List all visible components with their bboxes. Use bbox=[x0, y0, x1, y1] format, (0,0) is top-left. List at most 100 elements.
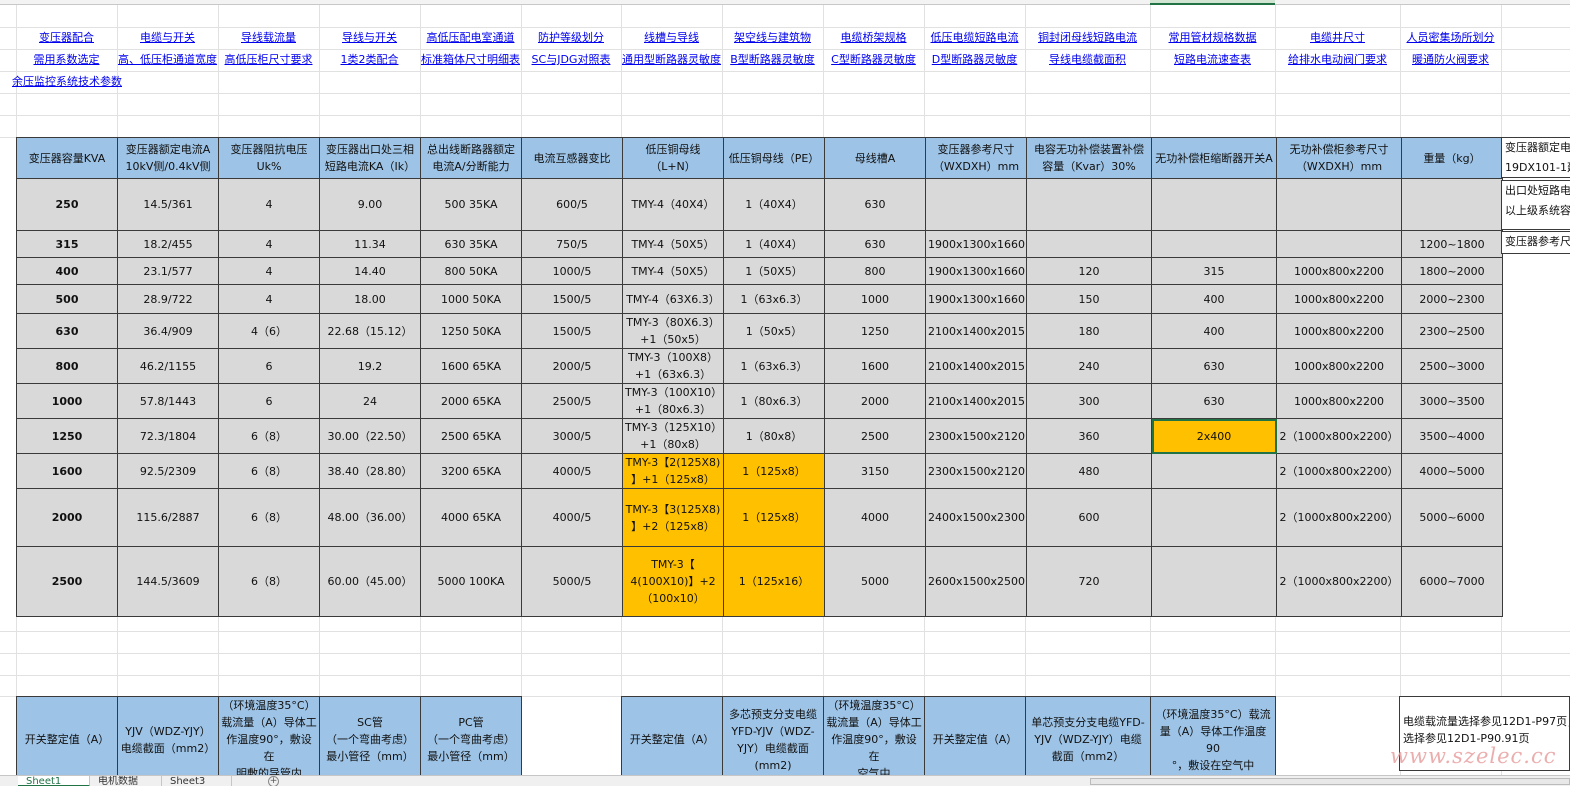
table-cell[interactable]: 11.34 bbox=[319, 230, 421, 258]
table-cell[interactable]: 600/5 bbox=[521, 178, 623, 231]
table-cell[interactable]: 1250 50KA bbox=[420, 313, 522, 349]
table-cell[interactable]: 2300x1500x2120 bbox=[925, 453, 1027, 489]
hyperlink-links_row1-1[interactable]: 电缆与开关 bbox=[117, 31, 218, 45]
table-cell[interactable]: 720 bbox=[1026, 546, 1152, 617]
table-cell[interactable]: 3000~3500 bbox=[1401, 383, 1503, 419]
table-cell[interactable]: TMY-3（80X6.3） +1（50x5） bbox=[622, 313, 724, 349]
table-cell[interactable]: 800 bbox=[16, 348, 118, 384]
table-cell[interactable]: 5000~6000 bbox=[1401, 488, 1503, 547]
table-cell[interactable]: 1900x1300x1660 bbox=[925, 284, 1027, 314]
table-cell[interactable]: 4000 bbox=[824, 488, 926, 547]
table-cell[interactable]: 3150 bbox=[824, 453, 926, 489]
table-cell[interactable]: 150 bbox=[1026, 284, 1152, 314]
hyperlink-links_row1-10[interactable]: 铜封闭母线短路电流 bbox=[1025, 31, 1150, 45]
table-cell[interactable]: 630 bbox=[16, 313, 118, 349]
table-cell[interactable]: 2（1000x800x2200） bbox=[1276, 546, 1402, 617]
table-cell[interactable]: 6（8） bbox=[218, 546, 320, 617]
table-cell[interactable]: 500 35KA bbox=[420, 178, 522, 231]
table-cell[interactable]: 3500~4000 bbox=[1401, 418, 1503, 454]
table-cell[interactable]: 1000 bbox=[16, 383, 118, 419]
table-cell[interactable]: 4 bbox=[218, 230, 320, 258]
table-cell[interactable]: TMY-3（100X8） +1（63x6.3） bbox=[622, 348, 724, 384]
table-cell[interactable]: TMY-4（50X5） bbox=[622, 257, 724, 285]
table-cell[interactable]: 480 bbox=[1026, 453, 1152, 489]
hyperlink-links_row1-9[interactable]: 低压电缆短路电流 bbox=[924, 31, 1025, 45]
table-cell[interactable]: 18.00 bbox=[319, 284, 421, 314]
hyperlink-links_row1-4[interactable]: 高低压配电室通道 bbox=[420, 31, 521, 45]
table-cell[interactable]: 180 bbox=[1026, 313, 1152, 349]
table-cell[interactable]: 250 bbox=[16, 178, 118, 231]
table-cell[interactable]: 400 bbox=[16, 257, 118, 285]
table-cell[interactable]: TMY-4（63X6.3） bbox=[622, 284, 724, 314]
table-cell[interactable]: 1（50X5） bbox=[723, 257, 825, 285]
table-cell[interactable]: 1000x800x2200 bbox=[1276, 348, 1402, 384]
table-cell[interactable]: 2（1000x800x2200） bbox=[1276, 453, 1402, 489]
table-cell[interactable] bbox=[1151, 488, 1277, 547]
table-cell[interactable]: 2（1000x800x2200） bbox=[1276, 488, 1402, 547]
table-cell[interactable]: 5000 bbox=[824, 546, 926, 617]
table-cell[interactable]: 1（80x6.3） bbox=[723, 383, 825, 419]
table-cell[interactable]: 1600 bbox=[16, 453, 118, 489]
table-cell[interactable] bbox=[1151, 546, 1277, 617]
hyperlink-links_row1-0[interactable]: 变压器配合 bbox=[16, 31, 117, 45]
hyperlink-links_row2-9[interactable]: D型断路器灵敏度 bbox=[924, 53, 1025, 67]
table-cell[interactable] bbox=[1276, 178, 1402, 231]
table-cell[interactable]: 1000 bbox=[824, 284, 926, 314]
table-cell[interactable]: 19.2 bbox=[319, 348, 421, 384]
tab-sheet1[interactable]: Sheet1 bbox=[18, 776, 90, 786]
table-cell[interactable]: 1000x800x2200 bbox=[1276, 257, 1402, 285]
table-cell[interactable]: 3200 65KA bbox=[420, 453, 522, 489]
hyperlink-links_row1-12[interactable]: 电缆井尺寸 bbox=[1275, 31, 1400, 45]
table-cell[interactable]: 18.2/455 bbox=[117, 230, 219, 258]
hyperlink-links_row1-8[interactable]: 电缆桥架规格 bbox=[823, 31, 924, 45]
table-cell[interactable]: TMY-3【2(125X8) 】+1（125x8） bbox=[622, 453, 724, 489]
table-cell[interactable]: 1200~1800 bbox=[1401, 230, 1503, 258]
table-cell[interactable]: TMY-3（100X10） +1（80x6.3） bbox=[622, 383, 724, 419]
table-cell[interactable]: 2000 bbox=[824, 383, 926, 419]
table-cell[interactable]: 1（40X4） bbox=[723, 178, 825, 231]
hyperlink-links_row2-5[interactable]: SC与JDG对照表 bbox=[521, 53, 621, 67]
table-cell[interactable]: 28.9/722 bbox=[117, 284, 219, 314]
table-cell[interactable]: 240 bbox=[1026, 348, 1152, 384]
table-cell[interactable] bbox=[1026, 230, 1152, 258]
table-cell[interactable]: 2000/5 bbox=[521, 348, 623, 384]
table-cell[interactable] bbox=[1026, 178, 1152, 231]
hyperlink-links_row1-6[interactable]: 线槽与导线 bbox=[621, 31, 722, 45]
table-cell[interactable]: 2300~2500 bbox=[1401, 313, 1503, 349]
table-cell[interactable]: 1600 bbox=[824, 348, 926, 384]
table-cell[interactable]: 4000 65KA bbox=[420, 488, 522, 547]
table-cell[interactable]: 400 bbox=[1151, 284, 1277, 314]
tab-sheet3[interactable]: Sheet3 bbox=[162, 776, 232, 786]
table-cell[interactable]: 60.00（45.00） bbox=[319, 546, 421, 617]
table-cell[interactable]: 1900x1300x1660 bbox=[925, 230, 1027, 258]
table-cell[interactable]: 30.00（22.50） bbox=[319, 418, 421, 454]
table-cell[interactable]: 1000x800x2200 bbox=[1276, 313, 1402, 349]
table-cell[interactable]: 2x400 bbox=[1151, 418, 1277, 454]
table-cell[interactable]: 1000x800x2200 bbox=[1276, 284, 1402, 314]
table-cell[interactable]: 800 bbox=[824, 257, 926, 285]
table-cell[interactable]: 1500/5 bbox=[521, 284, 623, 314]
table-cell[interactable]: 2500 bbox=[824, 418, 926, 454]
table-cell[interactable]: 2（1000x800x2200） bbox=[1276, 418, 1402, 454]
table-cell[interactable]: 2000 65KA bbox=[420, 383, 522, 419]
table-cell[interactable] bbox=[1276, 230, 1402, 258]
table-cell[interactable]: 6（8） bbox=[218, 418, 320, 454]
table-cell[interactable] bbox=[1151, 178, 1277, 231]
hyperlink-links_row1-2[interactable]: 导线载流量 bbox=[218, 31, 319, 45]
table-cell[interactable]: 6（8） bbox=[218, 453, 320, 489]
table-cell[interactable]: 46.2/1155 bbox=[117, 348, 219, 384]
table-cell[interactable] bbox=[925, 178, 1027, 231]
table-cell[interactable]: 2300x1500x2120 bbox=[925, 418, 1027, 454]
table-cell[interactable]: 2500/5 bbox=[521, 383, 623, 419]
tab-motor-data[interactable]: 电机数据 bbox=[90, 776, 162, 786]
hyperlink-links_row1-13[interactable]: 人员密集场所划分 bbox=[1400, 31, 1501, 45]
table-cell[interactable]: 3000/5 bbox=[521, 418, 623, 454]
table-cell[interactable]: 144.5/3609 bbox=[117, 546, 219, 617]
table-cell[interactable]: 23.1/577 bbox=[117, 257, 219, 285]
table-cell[interactable]: 92.5/2309 bbox=[117, 453, 219, 489]
table-cell[interactable]: 2500 65KA bbox=[420, 418, 522, 454]
table-cell[interactable]: 1800~2000 bbox=[1401, 257, 1503, 285]
table-cell[interactable] bbox=[1151, 230, 1277, 258]
hyperlink-links_row2-13[interactable]: 暖通防火阀要求 bbox=[1400, 53, 1501, 67]
table-cell[interactable]: 6（8） bbox=[218, 488, 320, 547]
